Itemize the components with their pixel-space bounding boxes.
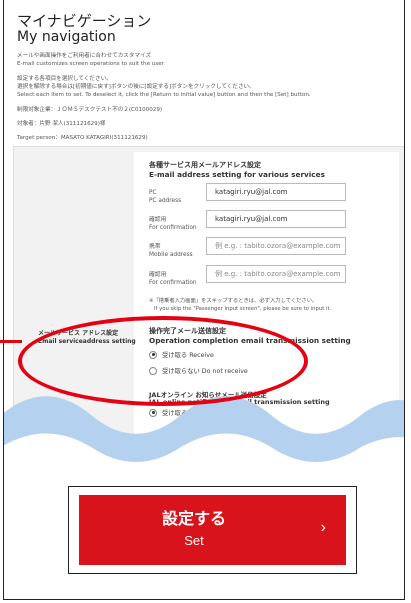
email-section-heading-en: E-mail address setting for various servi…: [149, 170, 325, 179]
pc-label-jp: PC: [149, 190, 157, 196]
email-section-heading-jp: 各種サービス用メールアドレス設定: [149, 161, 261, 169]
target-company: 制限対象企業：ＪＯＭＳデスクテスト不の２(C0100029): [17, 107, 163, 113]
target-person-en: Target person：MASATO KATAGIRI(311121629): [17, 135, 148, 141]
highlight-pointer-line: [0, 340, 22, 343]
chevron-right-icon: ›: [320, 519, 326, 536]
page-title-en: My navigation: [17, 29, 116, 45]
page-frame: マイナビゲーション My navigation メールや画面操作をご利用者に合わ…: [3, 0, 405, 600]
mobile-label-jp: 携帯: [149, 244, 161, 250]
instruction-jp-1: 設定する各項目を選択してください。: [17, 76, 112, 82]
mobile-email-input[interactable]: 例 e.g. : tabito.ozora@example.com: [206, 237, 346, 255]
highlight-oval: [18, 316, 308, 406]
set-button-label-en: Set: [184, 533, 204, 548]
pc-label-en: PC address: [149, 198, 182, 204]
desc-en: E-mail customizes screen operations to s…: [17, 61, 164, 67]
set-button-frame: 設定する Set ›: [68, 486, 357, 574]
page-title-jp: マイナビゲーション: [17, 12, 152, 30]
desc-jp: メールや画面操作をご利用者に合わせてカスタマイズ: [17, 53, 152, 59]
confirm2-label-jp: 確認用: [149, 272, 167, 278]
pc-email-input[interactable]: katagiri.ryu@jal.com: [206, 183, 346, 201]
confirm1-label-en: For confirmation: [149, 225, 197, 231]
mobile-email-confirm-input[interactable]: 例 e.g. : tabito.ozora@example.com: [206, 265, 346, 283]
skip-note-en: If you skip the "Passenger input screen"…: [154, 306, 332, 312]
mobile-label-en: Mobile address: [149, 252, 193, 258]
instruction-en: Select each item to set. To deselect it,…: [17, 92, 311, 98]
confirm2-label-en: For confirmation: [149, 280, 197, 286]
target-person-jp: 対象者：片野 潔人(311121629)様: [17, 121, 106, 127]
skip-note-jp: ※「搭乗者入力画面」をスキップするときは、必ず入力してください。: [149, 298, 318, 304]
instruction-jp-2: 選択を解除する場合は[初期値に戻す]ボタンの後に[設定する]ボタンをクリックして…: [17, 84, 255, 90]
set-button-label-jp: 設定する: [161, 511, 226, 528]
confirm1-label-jp: 確認用: [149, 217, 167, 223]
pc-email-confirm-input[interactable]: katagiri.ryu@jal.com: [206, 210, 346, 228]
set-button[interactable]: 設定する Set ›: [79, 495, 346, 565]
